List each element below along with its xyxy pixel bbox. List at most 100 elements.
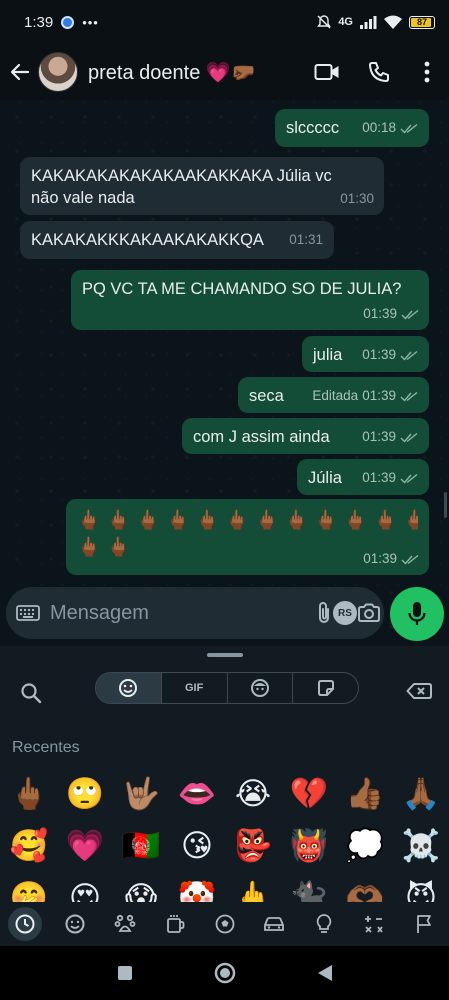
message-time: 01:31 [289,232,323,247]
video-call-button[interactable] [301,44,353,100]
emoji-key[interactable]: 🖕🏾 [1,768,57,820]
emoji-key[interactable]: 😈 [393,872,449,906]
back-nav-button[interactable] [310,958,340,988]
emoji-key[interactable]: 🖕 [225,872,281,906]
battery-icon: 87 [409,15,435,29]
message-bubble[interactable]: Júlia 01:39 [297,459,429,495]
voice-record-button[interactable] [390,587,444,641]
category-food[interactable] [158,907,192,941]
category-symbols[interactable] [357,907,391,941]
emoji-key[interactable]: 💭 [337,820,393,872]
emoji-key[interactable]: 👍🏾 [337,768,393,820]
message-bubble[interactable]: seca Editada 01:39 [238,377,429,413]
double-check-icon [401,554,419,565]
emoji-key[interactable]: 😍 [57,872,113,906]
emoji-key[interactable]: 💗 [57,820,113,872]
attach-button[interactable] [315,593,333,633]
emoji-key[interactable]: 👺 [225,820,281,872]
message-text: Júlia [308,469,342,487]
category-recent[interactable] [8,907,42,941]
double-check-icon [400,473,418,484]
back-button[interactable] [2,44,38,100]
message-bubble[interactable]: 🖕🏾🖕🏾🖕🏾🖕🏾🖕🏾🖕🏾🖕🏾🖕🏾🖕🏾🖕🏾🖕🏾🖕🏾 🖕🏾🖕🏾 01:39 [66,499,429,575]
emoji-key[interactable]: 😭 [225,768,281,820]
smiley-icon [119,679,138,697]
status-time: 1:39 [24,13,54,31]
emoji-key[interactable]: ☠️ [393,820,449,872]
category-travel[interactable] [257,907,291,941]
emoji-key[interactable]: 🤭 [1,872,57,906]
message-bubble[interactable]: PQ VC TA ME CHAMANDO SO DE JULIA? 01:39 [71,270,429,330]
keyboard-button[interactable] [16,604,40,622]
microphone-icon [408,602,426,625]
circle-icon [214,962,235,984]
phone-icon [369,62,389,82]
camera-button[interactable] [357,593,381,633]
recent-icon [15,914,35,934]
emoji-key[interactable]: 🤟🏽 [113,768,169,820]
camera-icon [358,603,380,622]
double-check-icon [400,350,418,361]
message-bubble[interactable]: slccccc 00:18 [275,109,429,147]
category-animals[interactable] [108,907,142,941]
message-time: 01:39 [362,470,396,485]
emoji-search-button[interactable] [12,674,50,712]
emoji-key[interactable]: 🤡 [169,872,225,906]
message-text: KAKAKAKKKAKAAKAKAKKQA [31,231,264,249]
flags-icon [417,915,431,933]
message-time: 01:39 [363,306,397,321]
message-bubble[interactable]: KAKAKAKAKAKAKAAKAKKAKA Júlia vc não vale… [20,157,384,215]
emoji-key[interactable]: 😘 [169,820,225,872]
status-bar: 1:39 ••• 4G 87 [0,0,449,44]
mute-bell-icon [317,15,332,29]
emoji-key[interactable]: 💔 [281,768,337,820]
scrollbar[interactable] [444,492,447,518]
battery-level: 87 [416,17,427,27]
menu-button[interactable] [405,44,449,100]
tab-emoji[interactable] [96,673,162,703]
chat-area[interactable]: slccccc 00:18 KAKAKAKAKAKAKAAKAKKAKA Júl… [0,100,449,648]
message-text: slccccc [286,119,340,137]
backspace-button[interactable] [402,676,436,706]
emoji-key[interactable]: 🫶🏾 [337,872,393,906]
emoji-key[interactable]: 😱 [113,872,169,906]
double-check-icon [400,432,418,443]
category-objects[interactable] [307,907,341,941]
message-bubble[interactable]: KAKAKAKKKAKAAKAKAKKQA 01:31 [20,221,334,259]
emoji-key[interactable]: 👄 [169,768,225,820]
emoji-key[interactable]: 🙏🏾 [393,768,449,820]
notification-dot-icon [61,15,75,29]
wifi-icon [384,15,402,29]
payment-button[interactable]: RS [333,593,357,633]
more-vertical-icon [424,61,430,83]
message-time: 01:39 [362,347,396,362]
category-smileys[interactable] [58,907,92,941]
emoji-key[interactable]: 👹 [281,820,337,872]
message-input[interactable] [50,601,315,625]
home-button[interactable] [210,958,240,988]
panel-type-tabs: GIF [95,672,359,704]
symbols-icon [365,916,383,933]
recents-button[interactable] [110,958,140,988]
contact-name[interactable]: preta doente 💗🤛🏾 [88,60,301,85]
emoji-key[interactable]: 🐈‍⬛ [281,872,337,906]
tab-gif[interactable]: GIF [162,673,228,703]
category-flags[interactable] [407,907,441,941]
tab-avatar[interactable] [228,673,294,703]
tab-sticker[interactable] [293,673,358,703]
double-check-icon [400,123,418,134]
message-time: 01:39 [362,429,396,444]
emoji-key[interactable]: 🥰 [1,820,57,872]
network-type: 4G [338,16,353,28]
paperclip-icon [319,602,329,623]
drag-handle[interactable] [207,653,243,657]
avatar[interactable] [38,52,78,92]
message-bubble[interactable]: com J assim ainda 01:39 [182,418,429,454]
voice-call-button[interactable] [353,44,405,100]
emoji-category-bar [0,902,449,946]
message-time: 00:18 [362,120,396,135]
emoji-key[interactable]: 🇦🇫 [113,820,169,872]
category-activity[interactable] [208,907,242,941]
emoji-key[interactable]: 🙄 [57,768,113,820]
message-bubble[interactable]: julia 01:39 [302,336,429,372]
